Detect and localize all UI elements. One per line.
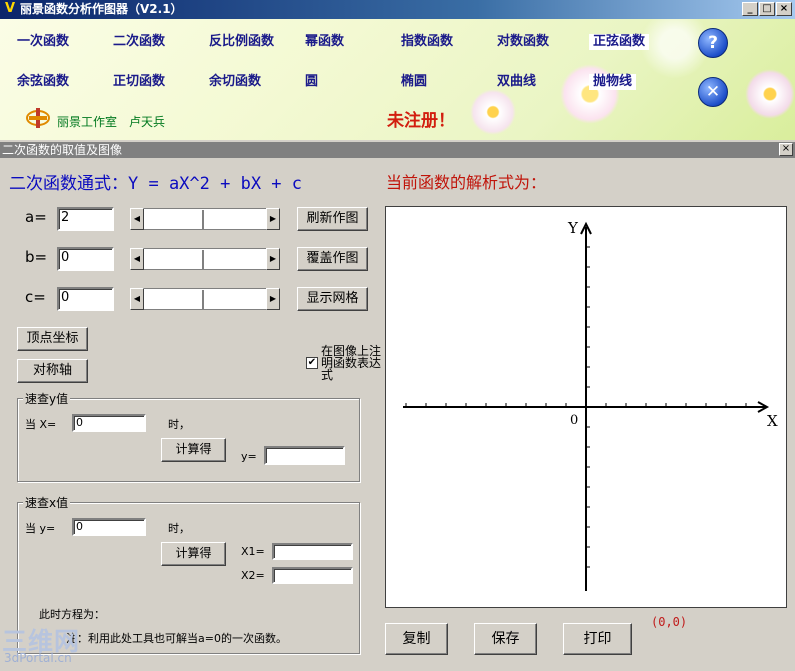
refresh-plot-button[interactable]: 刷新作图 bbox=[297, 207, 368, 231]
quick-x-x2-label: X2= bbox=[241, 569, 265, 582]
scroll-right-icon[interactable]: ▶ bbox=[266, 288, 280, 310]
flower-decoration bbox=[745, 69, 795, 119]
formula: 二次函数通式：Y = aX^2 + bX + c bbox=[9, 169, 302, 194]
menu-power-function[interactable]: 幂函数 bbox=[305, 34, 344, 50]
copy-button[interactable]: 复制 bbox=[385, 623, 448, 655]
flower-decoration bbox=[560, 64, 620, 124]
scroll-left-icon[interactable]: ◀ bbox=[130, 248, 144, 270]
quick-x-x2-field[interactable] bbox=[272, 567, 353, 584]
graph-canvas[interactable]: X Y 0 bbox=[385, 206, 787, 608]
formula-label: 二次函数通式： bbox=[9, 174, 128, 194]
quick-y-time-label: 时， bbox=[168, 418, 190, 431]
menu-cosine-function[interactable]: 余弦函数 bbox=[17, 74, 69, 90]
param-c-input[interactable]: 0 bbox=[57, 287, 114, 311]
watermark-sub: 3dPortal.cn bbox=[4, 651, 72, 665]
flower-decoration bbox=[470, 89, 516, 135]
scroll-thumb[interactable] bbox=[202, 210, 204, 230]
help-icon[interactable]: ? bbox=[698, 28, 728, 58]
formula-expression: Y = aX^2 + bX + c bbox=[128, 174, 302, 194]
compute-x-button[interactable]: 计算得 bbox=[161, 542, 226, 566]
menu-tangent-function[interactable]: 正切函数 bbox=[113, 74, 165, 90]
window-title: 丽景函数分析作图器（V2.1） bbox=[20, 2, 183, 16]
menu-inverse-function[interactable]: 反比例函数 bbox=[209, 34, 274, 50]
param-a-label: a= bbox=[25, 208, 47, 226]
param-c-label: c= bbox=[25, 288, 46, 306]
unregistered-label: 未注册！ bbox=[387, 111, 455, 131]
x-axis-label: X bbox=[767, 412, 778, 430]
close-button[interactable]: × bbox=[776, 2, 792, 16]
quick-x-time-label: 时， bbox=[168, 522, 190, 535]
scroll-track[interactable] bbox=[144, 208, 266, 230]
scroll-thumb[interactable] bbox=[202, 250, 204, 270]
print-button[interactable]: 打印 bbox=[563, 623, 632, 655]
quick-x-y-input[interactable]: 0 bbox=[72, 518, 146, 536]
param-c-scrollbar[interactable]: ◀ ▶ bbox=[130, 288, 280, 310]
maximize-button[interactable]: □ bbox=[759, 2, 775, 16]
param-b-label: b= bbox=[25, 248, 48, 266]
studio-name: 丽景工作室 bbox=[57, 115, 118, 129]
coordinate-readout: (0,0) bbox=[651, 615, 688, 629]
save-button[interactable]: 保存 bbox=[474, 623, 537, 655]
app-icon: V bbox=[4, 1, 16, 16]
scroll-right-icon[interactable]: ▶ bbox=[266, 208, 280, 230]
annotate-label: 在图像上注明函数表达式 bbox=[321, 344, 382, 382]
compute-y-button[interactable]: 计算得 bbox=[161, 438, 226, 462]
y-axis-label: Y bbox=[567, 219, 579, 237]
menu-linear-function[interactable]: 一次函数 bbox=[17, 34, 69, 50]
param-a-input[interactable]: 2 bbox=[57, 207, 114, 231]
annotate-checkbox[interactable]: ✔ bbox=[306, 357, 318, 369]
param-b-scrollbar[interactable]: ◀ ▶ bbox=[130, 248, 280, 270]
current-expression-label: 当前函数的解析式为： bbox=[386, 173, 547, 192]
scroll-track[interactable] bbox=[144, 288, 266, 310]
panel-header: 二次函数的取值及图像 × bbox=[0, 142, 795, 158]
origin-label: 0 bbox=[570, 413, 578, 428]
quick-x-title: 速查x值 bbox=[23, 494, 71, 511]
studio-logo bbox=[26, 108, 50, 128]
menu-sine-function[interactable]: 正弦函数 bbox=[589, 34, 650, 50]
quick-x-x1-field[interactable] bbox=[272, 543, 353, 560]
linear-note: 注：利用此处工具也可解当a=0的一次函数。 bbox=[66, 632, 287, 645]
scroll-track[interactable] bbox=[144, 248, 266, 270]
param-a-scrollbar[interactable]: ◀ ▶ bbox=[130, 208, 280, 230]
scroll-thumb[interactable] bbox=[202, 290, 204, 310]
symmetry-axis-button[interactable]: 对称轴 bbox=[17, 359, 88, 383]
minimize-button[interactable]: _ bbox=[742, 2, 758, 16]
menu-parabola[interactable]: 抛物线 bbox=[589, 74, 637, 90]
quick-y-result-field[interactable] bbox=[264, 446, 345, 465]
author-name: 卢天兵 bbox=[129, 115, 166, 129]
param-b-input[interactable]: 0 bbox=[57, 247, 114, 271]
menu-ellipse[interactable]: 椭圆 bbox=[401, 74, 427, 90]
menu-cotangent-function[interactable]: 余切函数 bbox=[209, 74, 261, 90]
menu-circle[interactable]: 圆 bbox=[305, 74, 318, 90]
menu-quadratic-function[interactable]: 二次函数 bbox=[113, 34, 165, 50]
quick-y-when-label: 当 X= bbox=[25, 418, 57, 431]
vertex-coords-button[interactable]: 顶点坐标 bbox=[17, 327, 88, 351]
menu-logarithm-function[interactable]: 对数函数 bbox=[497, 34, 549, 50]
panel-title: 二次函数的取值及图像 bbox=[2, 143, 123, 157]
title-bar: V 丽景函数分析作图器（V2.1） _ □ × bbox=[0, 0, 795, 19]
exit-icon[interactable]: ✕ bbox=[698, 77, 728, 107]
menu-hyperbola[interactable]: 双曲线 bbox=[497, 74, 536, 90]
quick-x-x1-label: X1= bbox=[241, 545, 265, 558]
equation-label: 此时方程为： bbox=[39, 608, 105, 621]
quick-y-result-label: y= bbox=[241, 450, 257, 463]
quick-x-when-label: 当 y= bbox=[25, 522, 56, 535]
quick-y-x-input[interactable]: 0 bbox=[72, 414, 146, 432]
scroll-right-icon[interactable]: ▶ bbox=[266, 248, 280, 270]
panel-close-button[interactable]: × bbox=[779, 143, 793, 156]
overlay-plot-button[interactable]: 覆盖作图 bbox=[297, 247, 368, 271]
show-grid-button[interactable]: 显示网格 bbox=[297, 287, 368, 311]
scroll-left-icon[interactable]: ◀ bbox=[130, 208, 144, 230]
scroll-left-icon[interactable]: ◀ bbox=[130, 288, 144, 310]
axes-plot: X Y 0 bbox=[403, 219, 778, 591]
menu-exponential-function[interactable]: 指数函数 bbox=[401, 34, 453, 50]
quick-y-title: 速查y值 bbox=[23, 390, 71, 407]
